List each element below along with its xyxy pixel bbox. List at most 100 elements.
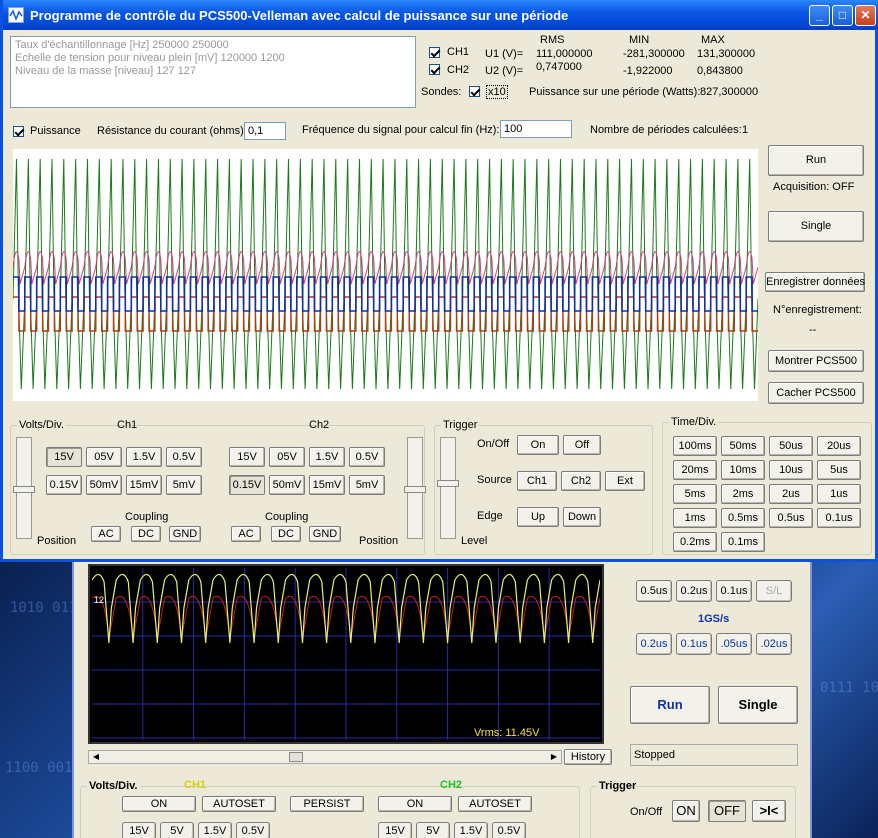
time-div-button-0.1ms[interactable]: 0.1ms	[721, 532, 765, 552]
trigger-onoff-label: On/Off	[477, 438, 510, 450]
scroll-right-icon[interactable]: ▶	[547, 751, 561, 763]
ch1-volts-15mv[interactable]: 15mV	[126, 475, 162, 495]
time-div-button-2us[interactable]: 2us	[769, 484, 813, 504]
pcs-sl-button[interactable]: S/L	[756, 580, 792, 602]
time-div-button-2ms[interactable]: 2ms	[721, 484, 765, 504]
time-div-button-10us[interactable]: 10us	[769, 460, 813, 480]
scroll-left-icon[interactable]: ◀	[89, 751, 103, 763]
ch2-volts-1.5v[interactable]: 1.5V	[309, 447, 345, 467]
time-div-button-20ms[interactable]: 20ms	[673, 460, 717, 480]
time-div-button-20us[interactable]: 20us	[817, 436, 861, 456]
time-div-button-5us[interactable]: 5us	[817, 460, 861, 480]
time-div-button-100ms[interactable]: 100ms	[673, 436, 717, 456]
history-button[interactable]: History	[564, 749, 612, 765]
ch2-volts-0.5v[interactable]: 0.5V	[349, 447, 385, 467]
ch1-volts-0.5v[interactable]: 0.5V	[166, 447, 202, 467]
time-div-button-0.1us[interactable]: 0.1us	[817, 508, 861, 528]
ch2-checkbox[interactable]	[429, 64, 440, 75]
trigger-level-slider[interactable]	[437, 437, 459, 539]
ch2-volts-50mv[interactable]: 50mV	[269, 475, 305, 495]
pcs-time-0.1us[interactable]: 0.1us	[716, 580, 752, 602]
puissance-checkbox[interactable]	[13, 126, 24, 137]
pcs-ch1-on-button[interactable]: ON	[122, 796, 196, 812]
ch1-position-slider[interactable]	[13, 437, 35, 539]
ch2-volts-0.15v[interactable]: 0.15V	[229, 475, 265, 495]
time-div-button-50ms[interactable]: 50ms	[721, 436, 765, 456]
pcs-v2-0.5v[interactable]: 0.5V	[492, 822, 526, 838]
trigger-off-button[interactable]: Off	[563, 435, 601, 455]
hide-pcs500-button[interactable]: Cacher PCS500	[768, 382, 864, 404]
ch1-coupling-gnd[interactable]: GND	[169, 526, 201, 542]
time-div-button-0.5ms[interactable]: 0.5ms	[721, 508, 765, 528]
ch1-volts-5mv[interactable]: 5mV	[166, 475, 202, 495]
pcs-time-0.5us[interactable]: 0.5us	[636, 580, 672, 602]
time-div-button-1ms[interactable]: 1ms	[673, 508, 717, 528]
pcs500-scrollbar[interactable]: ◀ ▶	[88, 750, 562, 764]
maximize-icon[interactable]: □	[832, 5, 853, 26]
pcs-ch1-autoset-button[interactable]: AUTOSET	[202, 796, 276, 812]
ch2-coupling-gnd[interactable]: GND	[309, 526, 341, 542]
title-bar[interactable]: Programme de contrôle du PCS500-Velleman…	[3, 0, 878, 30]
pcs-v2-5v[interactable]: 5V	[416, 822, 450, 838]
pcs-v1-0.5v[interactable]: 0.5V	[236, 822, 270, 838]
run-button[interactable]: Run	[768, 145, 864, 176]
time-div-button-1us[interactable]: 1us	[817, 484, 861, 504]
pcs-v1-15v[interactable]: 15V	[122, 822, 156, 838]
pcs-time-0.2us[interactable]: 0.2us	[676, 580, 712, 602]
ch1-volts-50mv[interactable]: 50mV	[86, 475, 122, 495]
show-pcs500-button[interactable]: Montrer PCS500	[768, 350, 864, 372]
ch1-coupling-ac[interactable]: AC	[91, 526, 121, 542]
pcs-single-button[interactable]: Single	[718, 686, 798, 724]
ch2-volts-5mv[interactable]: 5mV	[349, 475, 385, 495]
pcs-trigger-off-button[interactable]: OFF	[708, 800, 746, 822]
slider-thumb[interactable]	[437, 480, 459, 487]
trigger-on-button[interactable]: On	[517, 435, 559, 455]
ch2-volts-15mv[interactable]: 15mV	[309, 475, 345, 495]
pcs-trigger-center-button[interactable]: >I<	[752, 800, 786, 822]
pcs-time-.05us[interactable]: .05us	[716, 633, 752, 655]
trigger-source-ext[interactable]: Ext	[605, 471, 645, 491]
ch2-position-slider[interactable]	[404, 437, 426, 539]
ch1-volts-15v[interactable]: 15V	[46, 447, 82, 467]
time-div-button-0.2ms[interactable]: 0.2ms	[673, 532, 717, 552]
minimize-icon[interactable]: _	[809, 5, 830, 26]
trigger-edge-down[interactable]: Down	[563, 507, 601, 527]
trigger-source-ch1[interactable]: Ch1	[517, 471, 557, 491]
pcs-trigger-on-button[interactable]: ON	[672, 800, 700, 822]
frequency-input[interactable]: 100	[500, 120, 572, 138]
save-data-button[interactable]: Enregistrer données	[765, 272, 865, 292]
pcs-v1-5v[interactable]: 5V	[160, 822, 194, 838]
ch1-checkbox[interactable]	[429, 47, 440, 58]
scroll-thumb[interactable]	[289, 752, 303, 762]
pcs-v2-1.5v[interactable]: 1.5V	[454, 822, 488, 838]
ch1-volts-1.5v[interactable]: 1.5V	[126, 447, 162, 467]
pcs-time-0.2us-b[interactable]: 0.2us	[636, 633, 672, 655]
pcs-v1-1.5v[interactable]: 1.5V	[198, 822, 232, 838]
ch2-coupling-ac[interactable]: AC	[231, 526, 261, 542]
pcs-persist-button[interactable]: PERSIST	[290, 796, 364, 812]
ch2-volts-15v[interactable]: 15V	[229, 447, 265, 467]
time-div-button-5ms[interactable]: 5ms	[673, 484, 717, 504]
pcs-ch2-on-button[interactable]: ON	[378, 796, 452, 812]
slider-thumb[interactable]	[404, 486, 426, 493]
ch2-volts-05v[interactable]: 05V	[269, 447, 305, 467]
pcs-ch2-autoset-button[interactable]: AUTOSET	[458, 796, 532, 812]
time-div-button-10ms[interactable]: 10ms	[721, 460, 765, 480]
trigger-edge-up[interactable]: Up	[517, 507, 559, 527]
pcs-run-button[interactable]: Run	[630, 686, 710, 724]
pcs-time-0.1us-b[interactable]: 0.1us	[676, 633, 712, 655]
slider-thumb[interactable]	[13, 486, 35, 493]
close-icon[interactable]: ✕	[855, 5, 876, 26]
ch1-volts-0.15v[interactable]: 0.15V	[46, 475, 82, 495]
ch1-volts-05v[interactable]: 05V	[86, 447, 122, 467]
time-div-button-0.5us[interactable]: 0.5us	[769, 508, 813, 528]
pcs-v2-15v[interactable]: 15V	[378, 822, 412, 838]
time-div-button-50us[interactable]: 50us	[769, 436, 813, 456]
resistance-input[interactable]: 0,1	[244, 122, 286, 140]
pcs-time-.02us[interactable]: .02us	[756, 633, 792, 655]
single-button[interactable]: Single	[768, 211, 864, 242]
ch2-coupling-dc[interactable]: DC	[271, 526, 301, 542]
trigger-source-ch2[interactable]: Ch2	[561, 471, 601, 491]
ch1-coupling-dc[interactable]: DC	[131, 526, 161, 542]
x10-checkbox[interactable]	[469, 86, 480, 97]
